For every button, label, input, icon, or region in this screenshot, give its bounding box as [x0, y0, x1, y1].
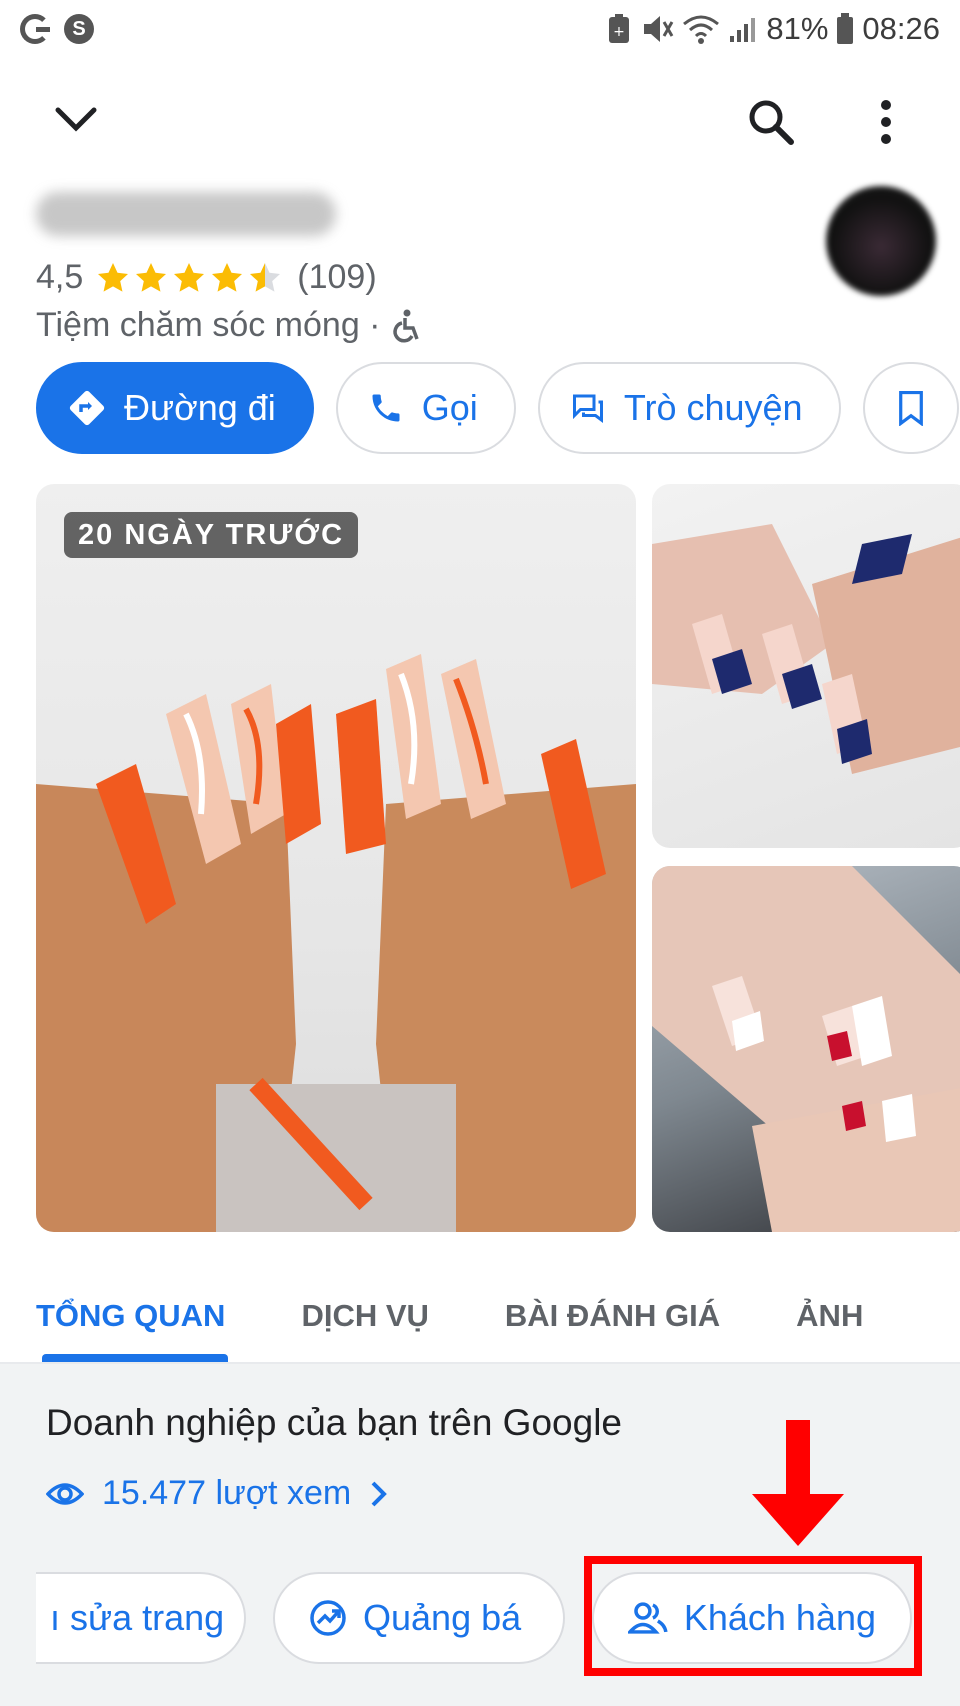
category-label: Tiệm chăm sóc móng ·: [36, 306, 381, 344]
svg-text:+: +: [614, 24, 626, 40]
annotation-arrow-icon: [752, 1420, 844, 1546]
photo-side-top[interactable]: [652, 484, 960, 848]
chat-button[interactable]: Trò chuyện: [537, 362, 841, 454]
tab-reviews[interactable]: BÀI ĐÁNH GIÁ: [505, 1298, 720, 1334]
nails-orange-photo: [36, 654, 636, 1232]
business-title: Doanh nghiệp của bạn trên Google: [46, 1402, 622, 1443]
tab-overview[interactable]: TỔNG QUAN: [36, 1298, 225, 1334]
photo-side-bottom[interactable]: [652, 866, 960, 1232]
promote-label: Quảng bá: [363, 1597, 522, 1638]
nails-navy-photo: [652, 524, 960, 774]
nails-french-photo: [652, 866, 960, 1232]
edit-profile-button[interactable]: ı sửa trang: [36, 1572, 246, 1664]
promote-button[interactable]: Quảng bá: [273, 1572, 565, 1664]
views-link[interactable]: 15.477 lượt xem: [46, 1474, 389, 1513]
status-bar: + 81% 08:26: [0, 0, 960, 58]
call-button[interactable]: Gọi: [335, 362, 516, 454]
top-app-bar: [0, 80, 960, 160]
directions-label: Đường đi: [124, 387, 276, 428]
active-tab-indicator: [42, 1354, 228, 1362]
phone-icon: [372, 394, 400, 422]
wheelchair-accessible-icon: [392, 309, 419, 342]
call-label: Gọi: [421, 387, 478, 428]
battery-saver-icon: +: [609, 14, 630, 43]
chat-label: Trò chuyện: [623, 387, 803, 428]
trending-icon: [310, 1600, 346, 1636]
save-button[interactable]: [862, 362, 959, 454]
photo-main[interactable]: 20 NGÀY TRƯỚC: [36, 484, 636, 1232]
review-count: (109): [297, 258, 377, 296]
more-options-icon[interactable]: [868, 96, 904, 148]
chevron-right-icon: [371, 1481, 388, 1506]
directions-icon: [69, 390, 105, 426]
star-full-icon: [212, 262, 243, 292]
star-full-icon: [136, 262, 167, 292]
annotation-highlight-box: [584, 1556, 922, 1676]
views-count: 15.477 lượt xem: [102, 1474, 352, 1512]
battery-icon: [837, 13, 854, 44]
edit-profile-label: ı sửa trang: [50, 1597, 225, 1638]
star-half-icon: [250, 262, 281, 292]
wifi-icon: [683, 15, 720, 44]
tab-photos[interactable]: ẢNH: [796, 1298, 863, 1334]
star-rating: [95, 260, 283, 296]
bookmark-icon: [898, 390, 923, 426]
category-row: Tiệm chăm sóc móng ·: [36, 306, 421, 345]
google-notification-icon: [20, 14, 50, 44]
place-avatar[interactable]: [826, 186, 936, 296]
signal-icon: [730, 18, 756, 42]
rating-value: 4,5: [36, 258, 84, 296]
battery-percent: 81%: [766, 11, 829, 46]
star-full-icon: [174, 262, 205, 292]
directions-button[interactable]: Đường đi: [36, 362, 314, 454]
app-notification-icon: [64, 14, 94, 44]
eye-icon: [46, 1482, 84, 1505]
mute-icon: [644, 16, 674, 42]
rating-row[interactable]: 4,5 (109): [36, 258, 377, 297]
star-full-icon: [98, 262, 129, 292]
chevron-down-icon[interactable]: [50, 98, 102, 142]
clock: 08:26: [862, 11, 940, 46]
tab-services[interactable]: DỊCH VỤ: [301, 1298, 428, 1334]
chat-icon: [572, 394, 603, 423]
action-chips: Đường đi Gọi Trò chuyện: [36, 362, 960, 456]
place-name-redacted: [36, 192, 336, 236]
photo-age-badge: 20 NGÀY TRƯỚC: [64, 512, 359, 558]
tab-bar: TỔNG QUAN DỊCH VỤ BÀI ĐÁNH GIÁ ẢNH: [0, 1270, 960, 1362]
search-icon[interactable]: [745, 96, 797, 148]
